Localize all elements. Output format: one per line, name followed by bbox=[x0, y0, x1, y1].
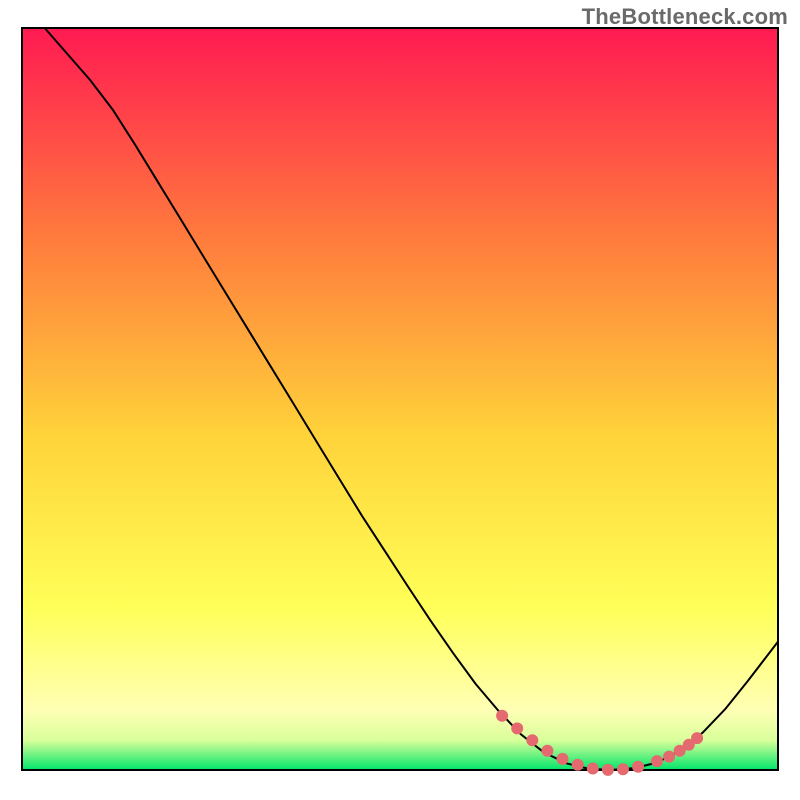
chart-svg bbox=[0, 0, 800, 800]
valley-marker bbox=[496, 710, 508, 722]
valley-marker bbox=[526, 734, 538, 746]
chart-canvas: { "watermark": "TheBottleneck.com", "col… bbox=[0, 0, 800, 800]
valley-marker bbox=[511, 722, 523, 734]
valley-marker bbox=[557, 753, 569, 765]
watermark-text: TheBottleneck.com bbox=[582, 4, 788, 30]
valley-marker bbox=[602, 764, 614, 776]
valley-marker bbox=[691, 732, 703, 744]
plot-gradient-area bbox=[22, 28, 778, 770]
valley-marker bbox=[632, 761, 644, 773]
valley-marker bbox=[572, 759, 584, 771]
valley-marker bbox=[587, 763, 599, 775]
valley-marker bbox=[541, 745, 553, 757]
valley-marker bbox=[617, 763, 629, 775]
valley-marker bbox=[663, 751, 675, 763]
valley-marker bbox=[651, 755, 663, 767]
